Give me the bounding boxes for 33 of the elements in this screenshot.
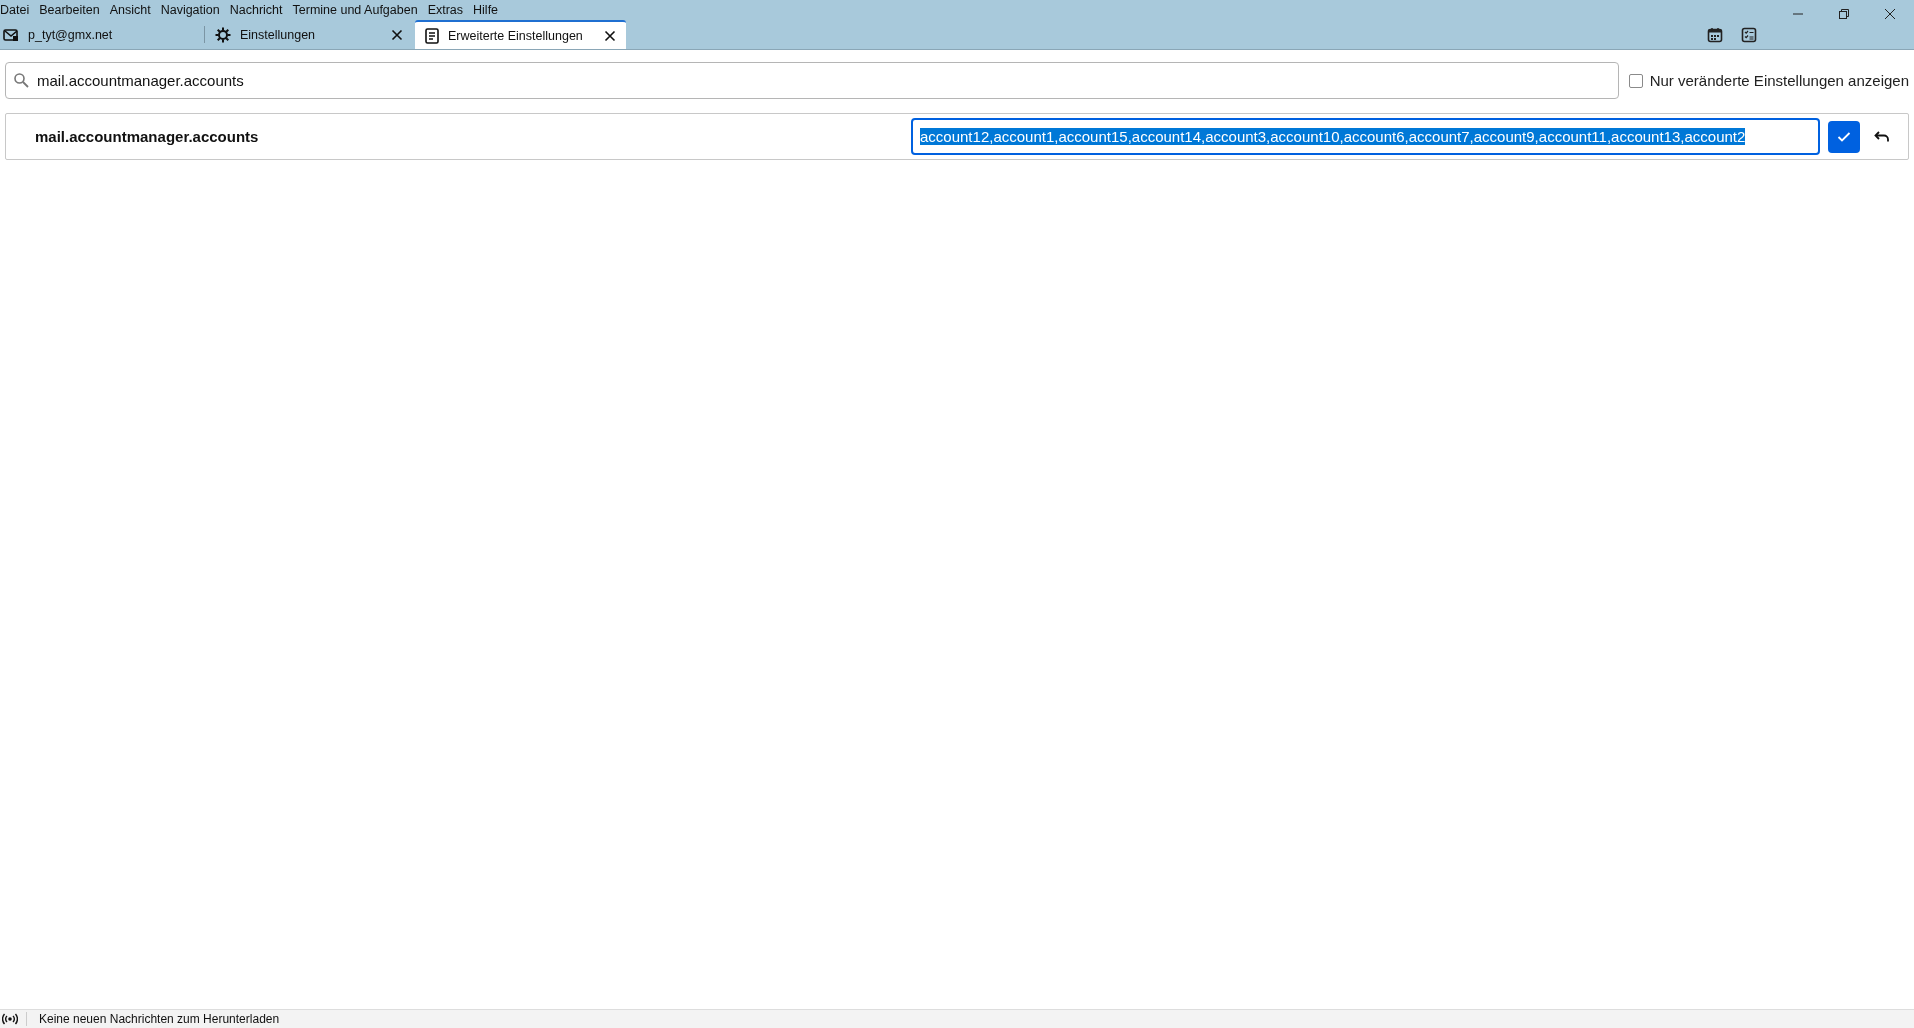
restore-icon[interactable]: [1838, 8, 1850, 20]
tab-label: Einstellungen: [240, 27, 317, 42]
search-field[interactable]: mail.accountmanager.accounts: [5, 62, 1619, 99]
broadcast-icon: [2, 1013, 18, 1025]
save-button[interactable]: [1828, 120, 1860, 153]
gear-icon: [215, 26, 231, 43]
close-icon[interactable]: [391, 28, 403, 41]
undo-icon: [1874, 129, 1890, 144]
tab-label: Erweiterte Einstellungen: [448, 28, 584, 43]
checkbox[interactable]: [1628, 73, 1643, 88]
menu-item[interactable]: Bearbeiten: [39, 3, 105, 17]
envelope-icon: [3, 27, 19, 42]
tab[interactable]: Erweiterte Einstellungen: [415, 20, 626, 49]
document-icon: [425, 27, 439, 44]
menu-item[interactable]: Termine und Aufgaben: [292, 3, 423, 17]
tab[interactable]: Einstellungen: [205, 20, 413, 49]
checkbox-label: Nur veränderte Einstellungen anzeigen: [1649, 72, 1909, 89]
tab-label: p_tyt@gmx.net: [28, 27, 114, 42]
checkmark-icon: [1837, 130, 1851, 143]
menu-item[interactable]: Navigation: [160, 3, 225, 17]
menu-item[interactable]: Datei: [0, 3, 35, 17]
value-input-field[interactable]: account12,account1,account15,account14,account3,account10,account6,account7,account9,account11,account13,account2: [911, 118, 1820, 155]
menu-item[interactable]: Extras: [427, 3, 469, 17]
tab[interactable]: p_tyt@gmx.net: [0, 20, 204, 49]
task-list-icon[interactable]: [1741, 26, 1757, 43]
menu-item[interactable]: Ansicht: [109, 3, 156, 17]
close-icon[interactable]: [604, 29, 616, 42]
close-icon[interactable]: [1884, 8, 1896, 20]
preference-name: mail.accountmanager.accounts: [35, 128, 260, 145]
menu-item[interactable]: Nachricht: [229, 3, 288, 17]
status-text: Keine neuen Nachrichten zum Herunterladen: [39, 1012, 280, 1026]
calendar-icon[interactable]: [1707, 26, 1723, 43]
menu-item[interactable]: Hilfe: [473, 3, 504, 17]
